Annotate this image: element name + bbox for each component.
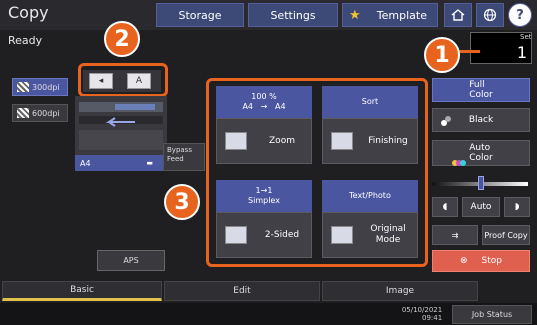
stop-icon: ⊗	[459, 256, 468, 266]
finishing-button[interactable]: Finishing	[322, 118, 418, 164]
proof-copy-button[interactable]: Proof Copy	[482, 225, 530, 245]
settings-button[interactable]: Settings	[248, 3, 338, 27]
app-title: Copy	[8, 3, 49, 22]
finishing-status: Sort	[322, 86, 418, 118]
auto-density-button[interactable]: Auto	[462, 197, 500, 217]
set-value: 1	[516, 43, 527, 62]
full-color-button[interactable]: Full Color	[432, 78, 530, 102]
auto-color-button[interactable]: Auto Color	[432, 140, 530, 166]
stop-label: Stop	[481, 256, 502, 266]
zoom-status: 100 % A4 → A4	[216, 86, 312, 118]
tray-icon: ▬	[146, 159, 153, 167]
callout-2: 2	[104, 21, 140, 57]
orientation-left-button[interactable]: ◂	[89, 73, 113, 89]
stop-button[interactable]: ⊗ Stop	[432, 250, 530, 272]
checker-icon	[17, 82, 29, 92]
time-text: 09:41	[422, 314, 443, 322]
black-dots-icon	[440, 115, 454, 127]
orientation-group: ◂ A	[83, 70, 161, 92]
globe-icon[interactable]	[476, 3, 504, 27]
callout-1: 1	[424, 37, 460, 73]
set-counter[interactable]: Set 1	[470, 32, 532, 64]
density-slider[interactable]	[432, 176, 528, 190]
set-label: Set	[520, 33, 532, 41]
star-icon: ★	[349, 8, 361, 23]
date-text: 05/10/2021	[401, 306, 443, 314]
orientation-portrait-button[interactable]: A	[127, 73, 151, 89]
bottom-tabs: Basic Edit Image	[0, 281, 537, 301]
paper-size-label: A4	[80, 158, 91, 168]
interrupt-button[interactable]: ⇉	[432, 225, 478, 245]
finishing-label: Finishing	[368, 135, 408, 146]
darker-icon: ◗	[514, 202, 520, 212]
black-button[interactable]: Black	[432, 108, 530, 132]
checker-icon	[17, 108, 29, 118]
tab-basic[interactable]: Basic	[2, 281, 162, 301]
aps-button[interactable]: APS	[97, 250, 165, 271]
dpi-600-label: 600dpi	[32, 108, 60, 118]
duplex-status: 1→1 Simplex	[216, 180, 312, 212]
status-text: Ready	[8, 34, 43, 47]
tab-image[interactable]: Image	[322, 281, 478, 301]
two-sided-icon	[225, 226, 247, 244]
auto-color-label: Auto Color	[469, 143, 493, 163]
datetime: 05/10/2021 09:41	[392, 306, 442, 322]
zoom-icon	[225, 132, 247, 150]
home-icon[interactable]	[444, 3, 472, 27]
tab-edit[interactable]: Edit	[164, 281, 320, 301]
lighter-icon: ◖	[442, 202, 448, 212]
original-mode-status: Text/Photo	[322, 180, 418, 212]
zoom-button[interactable]: Zoom	[216, 118, 312, 164]
paper-tray-a4[interactable]: A4 ▬	[75, 155, 163, 171]
storage-button[interactable]: Storage	[156, 3, 244, 27]
dpi-300-button[interactable]: 300dpi	[12, 78, 68, 96]
job-status-button[interactable]: Job Status	[452, 305, 532, 324]
dpi-600-button[interactable]: 600dpi	[12, 104, 68, 122]
darker-button[interactable]: ◗	[504, 197, 530, 217]
interrupt-icon: ⇉	[451, 230, 459, 240]
original-mode-icon	[331, 226, 353, 244]
callout-3: 3	[164, 184, 200, 220]
finishing-icon	[331, 132, 353, 150]
top-bar: Copy Storage Settings ★ Template ?	[0, 0, 537, 30]
two-sided-label: 2-Sided	[264, 229, 300, 240]
template-button[interactable]: ★ Template	[342, 3, 438, 27]
density-thumb[interactable]	[478, 176, 484, 190]
black-label: Black	[468, 115, 494, 125]
template-label: Template	[376, 8, 427, 22]
two-sided-button[interactable]: 2-Sided	[216, 212, 312, 258]
help-icon[interactable]: ?	[508, 3, 532, 27]
original-mode-button[interactable]: Original Mode	[322, 212, 418, 258]
zoom-label: Zoom	[269, 135, 295, 146]
lighter-button[interactable]: ◖	[432, 197, 458, 217]
original-mode-label: Original Mode	[370, 224, 406, 245]
auto-color-dots-icon	[440, 147, 467, 166]
bypass-feed-button[interactable]: Bypass Feed	[163, 143, 205, 171]
dpi-300-label: 300dpi	[32, 82, 60, 92]
